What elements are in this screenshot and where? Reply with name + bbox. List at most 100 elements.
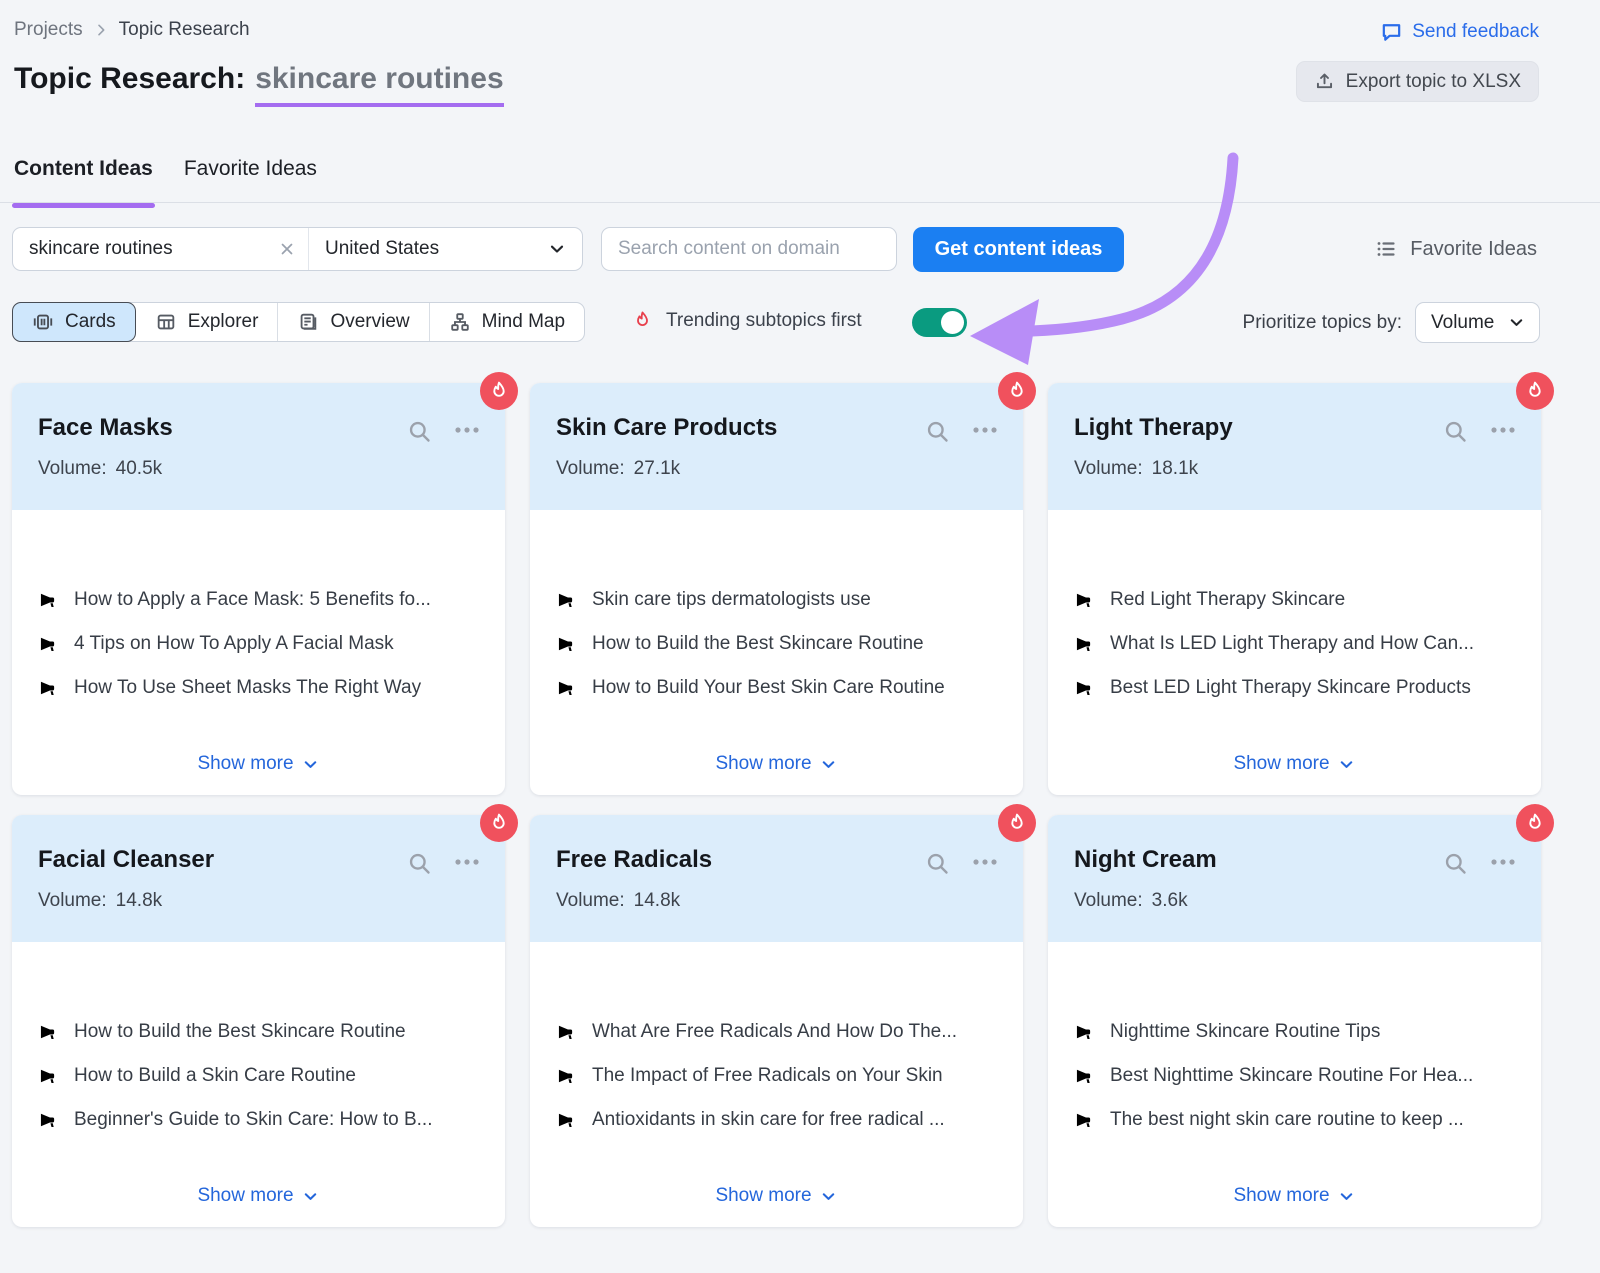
topic-card-title: Face Masks — [38, 414, 173, 442]
headline-list: Nighttime Skincare Routine Tips Best Nig… — [1074, 1010, 1525, 1142]
headline-item[interactable]: How To Use Sheet Masks The Right Way — [38, 666, 489, 710]
megaphone-icon — [556, 589, 578, 611]
region-select[interactable]: United States — [309, 228, 582, 270]
show-more-link[interactable]: Show more — [530, 1185, 1023, 1207]
headline-item[interactable]: Best Nighttime Skincare Routine For Hea.… — [1074, 1054, 1525, 1098]
more-options-icon[interactable] — [971, 857, 999, 867]
tab-content-ideas[interactable]: Content Ideas — [14, 157, 153, 205]
topic-research-page: Projects Topic Research Send feedback Ex… — [0, 0, 1600, 1273]
headline-item[interactable]: Beginner's Guide to Skin Care: How to B.… — [38, 1098, 489, 1142]
tab-bar: Content Ideas Favorite Ideas — [14, 157, 317, 205]
view-cards[interactable]: Cards — [12, 302, 136, 342]
chevron-down-icon — [1507, 313, 1526, 332]
topic-card-title: Night Cream — [1074, 846, 1217, 874]
headline-item[interactable]: Antioxidants in skin care for free radic… — [556, 1098, 1007, 1142]
overview-doc-icon — [297, 311, 319, 333]
search-icon[interactable] — [924, 418, 951, 445]
topic-query-wrap — [13, 228, 309, 270]
tabs-divider — [0, 202, 1600, 203]
headline-item[interactable]: Nighttime Skincare Routine Tips — [1074, 1010, 1525, 1054]
headline-item[interactable]: How to Build Your Best Skin Care Routine — [556, 666, 1007, 710]
show-more-link[interactable]: Show more — [1048, 1185, 1541, 1207]
clear-query-icon[interactable] — [274, 236, 300, 262]
topic-card-header: Night Cream Volume:3.6k — [1048, 815, 1541, 942]
topic-card: Free Radicals Volume:14.8k What Are Free… — [530, 815, 1023, 1227]
topic-card-title: Light Therapy — [1074, 414, 1233, 442]
breadcrumb-projects-link[interactable]: Projects — [14, 19, 83, 41]
trending-badge — [1516, 372, 1554, 410]
topic-card: Night Cream Volume:3.6k Nighttime Skinca… — [1048, 815, 1541, 1227]
megaphone-icon — [1074, 633, 1096, 655]
domain-search-input[interactable] — [601, 227, 897, 271]
view-mind-map[interactable]: Mind Map — [430, 303, 584, 341]
headline-list: Skin care tips dermatologists use How to… — [556, 578, 1007, 710]
headline-item[interactable]: How to Build a Skin Care Routine — [38, 1054, 489, 1098]
view-overview[interactable]: Overview — [278, 303, 429, 341]
search-icon[interactable] — [1442, 418, 1469, 445]
trending-badge — [998, 804, 1036, 842]
headline-item[interactable]: The best night skin care routine to keep… — [1074, 1098, 1525, 1142]
mind-map-icon — [449, 311, 471, 333]
headline-item[interactable]: Skin care tips dermatologists use — [556, 578, 1007, 622]
headline-item[interactable]: Red Light Therapy Skincare — [1074, 578, 1525, 622]
show-more-link[interactable]: Show more — [530, 753, 1023, 775]
trending-toggle[interactable] — [912, 308, 967, 337]
search-icon[interactable] — [924, 850, 951, 877]
headline-item[interactable]: 4 Tips on How To Apply A Facial Mask — [38, 622, 489, 666]
megaphone-icon — [556, 1021, 578, 1043]
topic-card-title: Facial Cleanser — [38, 846, 214, 874]
search-icon[interactable] — [1442, 850, 1469, 877]
favorite-ideas-link[interactable]: Favorite Ideas — [1374, 237, 1537, 261]
megaphone-icon — [1074, 1065, 1096, 1087]
prioritize-select[interactable]: Volume — [1415, 302, 1540, 343]
get-content-ideas-button[interactable]: Get content ideas — [913, 227, 1124, 272]
more-options-icon[interactable] — [453, 425, 481, 435]
megaphone-icon — [38, 1021, 60, 1043]
list-icon — [1374, 237, 1398, 261]
tab-favorite-ideas[interactable]: Favorite Ideas — [184, 157, 317, 205]
headline-item[interactable]: How to Apply a Face Mask: 5 Benefits fo.… — [38, 578, 489, 622]
show-more-link[interactable]: Show more — [1048, 753, 1541, 775]
megaphone-icon — [556, 677, 578, 699]
topic-query-input[interactable] — [29, 238, 274, 260]
more-options-icon[interactable] — [453, 857, 481, 867]
headline-item[interactable]: How to Build the Best Skincare Routine — [556, 622, 1007, 666]
more-options-icon[interactable] — [1489, 857, 1517, 867]
cards-view-icon — [32, 311, 54, 333]
active-tab-underline — [12, 203, 155, 208]
megaphone-icon — [38, 1109, 60, 1131]
chevron-right-icon — [93, 22, 109, 38]
headline-item[interactable]: The Impact of Free Radicals on Your Skin — [556, 1054, 1007, 1098]
chevron-down-icon — [1337, 755, 1356, 774]
view-explorer[interactable]: Explorer — [136, 303, 279, 341]
send-feedback-link[interactable]: Send feedback — [1380, 20, 1539, 43]
view-switcher: Cards Explorer Overview Mind Map — [12, 302, 585, 342]
topic-volume: Volume:14.8k — [556, 890, 680, 912]
topic-card: Facial Cleanser Volume:14.8k How to Buil… — [12, 815, 505, 1227]
page-title: Topic Research: skincare routines — [14, 62, 504, 107]
headline-item[interactable]: What Is LED Light Therapy and How Can... — [1074, 622, 1525, 666]
trending-badge — [998, 372, 1036, 410]
show-more-link[interactable]: Show more — [12, 1185, 505, 1207]
topic-card-header: Light Therapy Volume:18.1k — [1048, 383, 1541, 510]
search-icon[interactable] — [406, 850, 433, 877]
show-more-link[interactable]: Show more — [12, 753, 505, 775]
topic-volume: Volume:3.6k — [1074, 890, 1188, 912]
headline-item[interactable]: Best LED Light Therapy Skincare Products — [1074, 666, 1525, 710]
chevron-down-icon — [547, 239, 567, 259]
page-title-query: skincare routines — [255, 62, 503, 107]
topic-card: Light Therapy Volume:18.1k Red Light The… — [1048, 383, 1541, 795]
table-view-icon — [155, 311, 177, 333]
search-icon[interactable] — [406, 418, 433, 445]
trending-badge — [1516, 804, 1554, 842]
export-xlsx-button[interactable]: Export topic to XLSX — [1296, 61, 1539, 102]
prioritize-controls: Prioritize topics by: Volume — [1243, 302, 1540, 343]
headline-item[interactable]: What Are Free Radicals And How Do The... — [556, 1010, 1007, 1054]
headline-item[interactable]: How to Build the Best Skincare Routine — [38, 1010, 489, 1054]
more-options-icon[interactable] — [971, 425, 999, 435]
more-options-icon[interactable] — [1489, 425, 1517, 435]
topic-volume: Volume:14.8k — [38, 890, 162, 912]
megaphone-icon — [1074, 1109, 1096, 1131]
topic-card: Face Masks Volume:40.5k How to Apply a F… — [12, 383, 505, 795]
toggle-knob — [941, 311, 964, 334]
